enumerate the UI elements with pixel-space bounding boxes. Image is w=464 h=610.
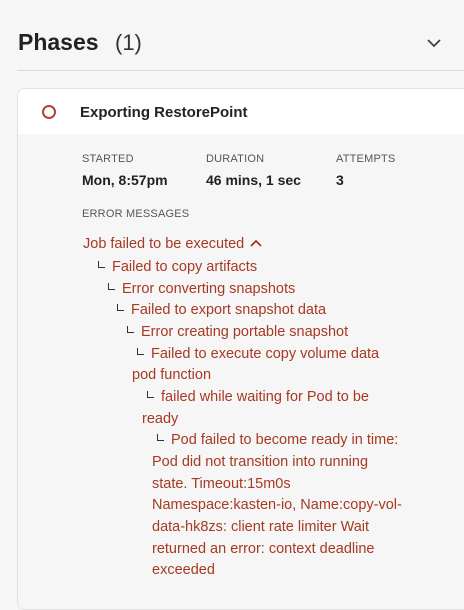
tree-branch-icon [147,391,154,398]
error-messages-label: ERROR MESSAGES [82,208,190,220]
error-line: Failed to execute copy volume data [137,343,379,365]
chevron-down-icon[interactable] [426,37,442,49]
error-line: failed while waiting for Pod to be [147,386,369,408]
error-line-continued: returned an error: context deadline [152,541,375,557]
duration-label: DURATION [206,153,265,165]
error-line: Error creating portable snapshot [127,321,348,343]
started-value: Mon, 8:57pm [82,172,168,188]
phase-name: Exporting RestorePoint [80,104,248,121]
error-line-continued: exceeded [152,562,215,578]
error-line[interactable]: Job failed to be executed [83,233,262,255]
error-line-continued: data-hk8zs: client rate limiter Wait [152,519,370,535]
header-divider [17,70,464,71]
phases-header: Phases (1) [0,0,464,70]
tree-branch-icon [157,434,164,441]
started-label: STARTED [82,153,134,165]
error-line-continued: ready [142,411,179,427]
attempts-value: 3 [336,172,344,188]
error-line-continued: Pod did not transition into running [152,454,369,470]
tree-branch-icon [127,326,134,333]
error-line: Failed to export snapshot data [117,299,326,321]
tree-branch-icon [108,283,115,290]
error-line-continued: Namespace:kasten-io, Name:copy-vol- [152,497,402,513]
tree-branch-icon [137,348,144,355]
circle-outline-icon [42,105,56,119]
error-line: Failed to copy artifacts [98,256,257,278]
error-line: Pod failed to become ready in time: [157,429,398,451]
phase-card-header[interactable]: Exporting RestorePoint [18,89,464,134]
error-line-continued: pod function [132,367,212,383]
phase-count: (1) [115,30,142,55]
duration-value: 46 mins, 1 sec [206,172,301,188]
error-line-continued: state. Timeout:15m0s [152,476,291,492]
attempts-label: ATTEMPTS [336,153,396,165]
chevron-up-icon[interactable] [250,239,262,247]
tree-branch-icon [117,304,124,311]
error-line: Error converting snapshots [108,278,295,300]
tree-branch-icon [98,261,105,268]
page-title: Phases [18,29,99,55]
phase-card: Exporting RestorePoint STARTED Mon, 8:57… [17,88,464,610]
